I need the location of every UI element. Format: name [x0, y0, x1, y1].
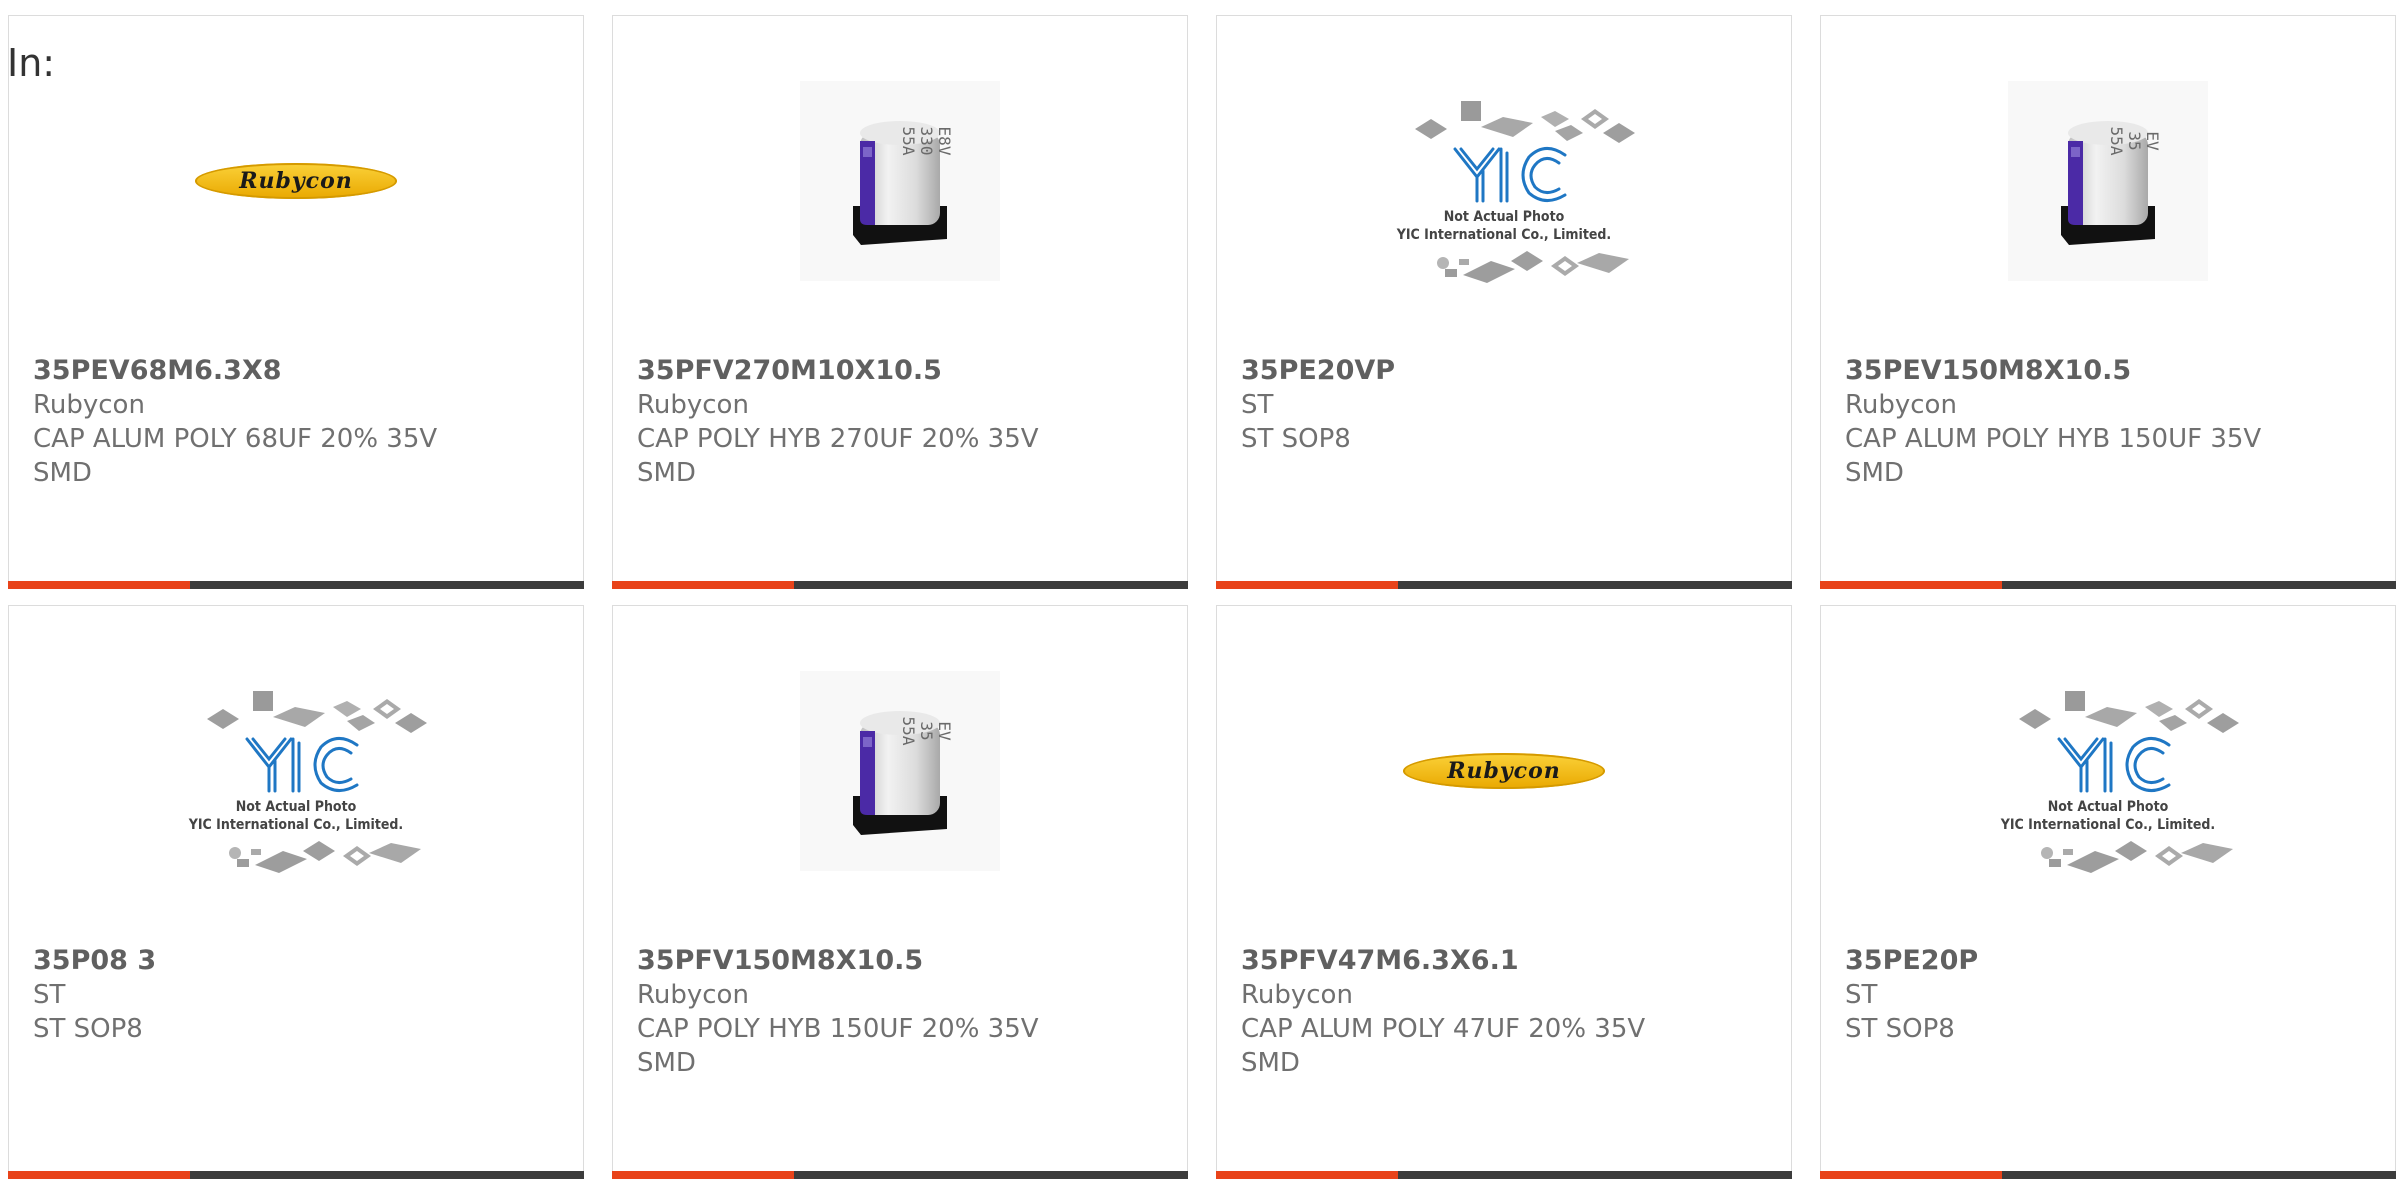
card-accent-bar — [1216, 1171, 1398, 1179]
product-description: CAP ALUM POLY 68UF 20% 35V — [33, 424, 438, 454]
part-number[interactable]: 35PE20P — [1845, 944, 2375, 978]
card-bottom-bar — [8, 581, 584, 589]
rubycon-logo: Rubycon — [195, 163, 397, 199]
product-description: ST SOP8 — [1845, 1014, 1955, 1044]
placeholder-line2: YIC International Co., Limited. — [1396, 227, 1612, 243]
product-card[interactable]: Not Actual Photo YIC International Co., … — [8, 605, 584, 1179]
card-bottom-bar — [1216, 1171, 1792, 1179]
card-accent-bar — [8, 1171, 190, 1179]
product-image[interactable]: Not Actual Photo YIC International Co., … — [1821, 656, 2395, 886]
product-description-2: SMD — [1241, 1048, 1300, 1078]
card-accent-bar — [8, 581, 190, 589]
product-info: 35PE20VP ST ST SOP8 — [1241, 354, 1771, 456]
product-card[interactable]: 55A35EV 35PEV150M8X10.5 Rubycon CAP ALUM… — [1820, 15, 2396, 589]
part-number[interactable]: 35P08 3 — [33, 944, 563, 978]
card-accent-bar — [1820, 1171, 2002, 1179]
product-image[interactable]: Not Actual Photo YIC International Co., … — [1217, 66, 1791, 296]
product-image[interactable]: Not Actual Photo YIC International Co., … — [9, 656, 583, 886]
placeholder-line2: YIC International Co., Limited. — [188, 817, 404, 833]
part-number[interactable]: 35PE20VP — [1241, 354, 1771, 388]
not-actual-photo-placeholder: Not Actual Photo YIC International Co., … — [1369, 61, 1639, 301]
manufacturer: Rubycon — [637, 980, 749, 1010]
product-card[interactable]: Not Actual Photo YIC International Co., … — [1216, 15, 1792, 589]
not-actual-photo-placeholder: Not Actual Photo YIC International Co., … — [1973, 651, 2243, 891]
card-accent-bar — [612, 1171, 794, 1179]
manufacturer: Rubycon — [1845, 390, 1957, 420]
not-actual-photo-placeholder: Not Actual Photo YIC International Co., … — [161, 651, 431, 891]
part-number[interactable]: 35PFV150M8X10.5 — [637, 944, 1167, 978]
card-bottom-bar — [612, 1171, 1188, 1179]
product-card[interactable]: Rubycon 35PFV47M6.3X6.1 Rubycon CAP ALUM… — [1216, 605, 1792, 1179]
manufacturer: Rubycon — [33, 390, 145, 420]
product-description-2: SMD — [637, 458, 696, 488]
product-description: ST SOP8 — [1241, 424, 1351, 454]
placeholder-line1: Not Actual Photo — [235, 799, 357, 815]
product-description: CAP ALUM POLY 47UF 20% 35V — [1241, 1014, 1646, 1044]
product-card[interactable]: Not Actual Photo YIC International Co., … — [1820, 605, 2396, 1179]
product-info: 35PFV47M6.3X6.1 Rubycon CAP ALUM POLY 47… — [1241, 944, 1771, 1080]
product-description-2: SMD — [1845, 458, 1904, 488]
product-info: 35PFV150M8X10.5 Rubycon CAP POLY HYB 150… — [637, 944, 1167, 1080]
product-image[interactable]: 55A35EV — [613, 656, 1187, 886]
manufacturer: ST — [1845, 980, 1878, 1010]
card-accent-bar — [1820, 581, 2002, 589]
rubycon-logo: Rubycon — [1403, 753, 1605, 789]
part-number[interactable]: 35PEV68M6.3X8 — [33, 354, 563, 388]
card-bottom-bar — [1820, 1171, 2396, 1179]
product-description: CAP POLY HYB 270UF 20% 35V — [637, 424, 1039, 454]
manufacturer: ST — [1241, 390, 1274, 420]
manufacturer: Rubycon — [1241, 980, 1353, 1010]
card-bottom-bar — [612, 581, 1188, 589]
product-description-2: SMD — [637, 1048, 696, 1078]
part-number[interactable]: 35PFV47M6.3X6.1 — [1241, 944, 1771, 978]
product-card[interactable]: 55A35EV 35PFV150M8X10.5 Rubycon CAP POLY… — [612, 605, 1188, 1179]
product-image[interactable]: Rubycon — [1217, 656, 1791, 886]
product-description: CAP ALUM POLY HYB 150UF 35V — [1845, 424, 2262, 454]
capacitor-image: 55A35EV — [2008, 81, 2208, 281]
product-info: 35PE20P ST ST SOP8 — [1845, 944, 2375, 1046]
product-info: 35PEV68M6.3X8 Rubycon CAP ALUM POLY 68UF… — [33, 354, 563, 490]
in-label: In: — [7, 41, 56, 85]
product-description: CAP POLY HYB 150UF 20% 35V — [637, 1014, 1039, 1044]
part-number[interactable]: 35PFV270M10X10.5 — [637, 354, 1167, 388]
product-info: 35P08 3 ST ST SOP8 — [33, 944, 563, 1046]
product-card[interactable]: 55A330E8V 35PFV270M10X10.5 Rubycon CAP P… — [612, 15, 1188, 589]
card-bottom-bar — [1820, 581, 2396, 589]
manufacturer: Rubycon — [637, 390, 749, 420]
placeholder-line1: Not Actual Photo — [2047, 799, 2169, 815]
product-image[interactable]: 55A330E8V — [613, 66, 1187, 296]
product-description-2: SMD — [33, 458, 92, 488]
capacitor-image: 55A35EV — [800, 671, 1000, 871]
card-accent-bar — [1216, 581, 1398, 589]
capacitor-image: 55A330E8V — [800, 81, 1000, 281]
placeholder-line2: YIC International Co., Limited. — [2000, 817, 2216, 833]
card-bottom-bar — [1216, 581, 1792, 589]
product-image[interactable]: 55A35EV — [1821, 66, 2395, 296]
product-image[interactable]: Rubycon — [9, 66, 583, 296]
svg-text:55A330E8V: 55A330E8V — [899, 127, 954, 156]
product-card[interactable]: Rubycon 35PEV68M6.3X8 Rubycon CAP ALUM P… — [8, 15, 584, 589]
card-accent-bar — [612, 581, 794, 589]
product-info: 35PFV270M10X10.5 Rubycon CAP POLY HYB 27… — [637, 354, 1167, 490]
placeholder-line1: Not Actual Photo — [1443, 209, 1565, 225]
card-bottom-bar — [8, 1171, 584, 1179]
manufacturer: ST — [33, 980, 66, 1010]
product-description: ST SOP8 — [33, 1014, 143, 1044]
product-info: 35PEV150M8X10.5 Rubycon CAP ALUM POLY HY… — [1845, 354, 2375, 490]
part-number[interactable]: 35PEV150M8X10.5 — [1845, 354, 2375, 388]
